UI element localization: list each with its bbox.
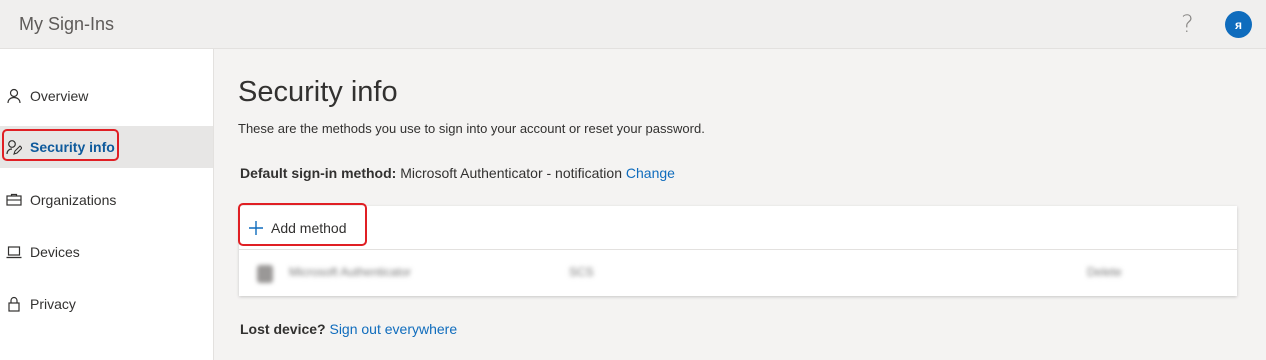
sidebar-item-label: Organizations — [30, 192, 117, 208]
add-method-button[interactable]: Add method — [239, 206, 1237, 250]
default-sign-in-method: Default sign-in method: Microsoft Authen… — [240, 165, 675, 181]
method-row: Microsoft Authenticator SCS Delete — [239, 250, 1237, 296]
sidebar-item-organizations[interactable]: Organizations — [0, 179, 213, 221]
main-content: Security info These are the methods you … — [214, 49, 1266, 360]
method-detail: SCS — [569, 265, 594, 279]
sidebar-item-label: Devices — [30, 244, 80, 260]
lost-device: Lost device? Sign out everywhere — [240, 321, 457, 337]
sidebar-item-devices[interactable]: Devices — [0, 231, 213, 273]
methods-card: Add method Microsoft Authenticator SCS D… — [239, 206, 1237, 296]
laptop-icon — [6, 244, 22, 260]
person-icon — [6, 88, 22, 104]
briefcase-icon — [6, 192, 22, 208]
top-bar: My Sign-Ins ? ᴙ — [0, 0, 1266, 49]
default-method-label: Default sign-in method: — [240, 165, 397, 181]
sidebar-item-label: Overview — [30, 88, 89, 104]
method-name: Microsoft Authenticator — [289, 265, 412, 279]
sidebar-item-privacy[interactable]: Privacy — [0, 283, 213, 325]
change-link[interactable]: Change — [626, 165, 675, 181]
lost-device-label: Lost device? — [240, 321, 326, 337]
lock-icon — [6, 296, 22, 312]
avatar[interactable]: ᴙ — [1225, 11, 1252, 38]
help-icon[interactable]: ? — [1181, 10, 1194, 38]
delete-method-link[interactable]: Delete — [1087, 265, 1122, 279]
app-title: My Sign-Ins — [19, 14, 115, 34]
sidebar-item-label: Privacy — [30, 296, 76, 312]
sidebar: Overview Security info Organizations Dev… — [0, 49, 214, 360]
page-title: Security info — [238, 76, 398, 108]
authenticator-icon — [257, 265, 273, 283]
page-description: These are the methods you use to sign in… — [238, 121, 705, 136]
sign-out-everywhere-link[interactable]: Sign out everywhere — [329, 321, 457, 337]
sidebar-item-overview[interactable]: Overview — [0, 75, 213, 117]
highlight-box-security-info — [2, 129, 119, 161]
avatar-initial: ᴙ — [1234, 17, 1242, 32]
default-method-value: Microsoft Authenticator - notification — [400, 165, 622, 181]
highlight-box-add-method — [238, 203, 367, 246]
